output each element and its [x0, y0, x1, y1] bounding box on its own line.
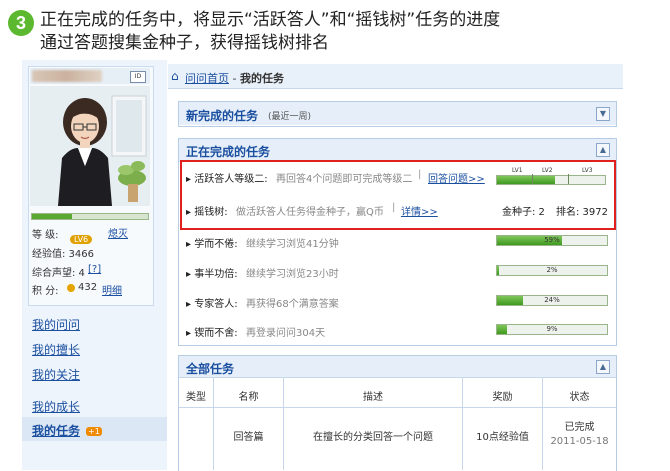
- panel-new-completed-title: 新完成的任务: [186, 109, 259, 123]
- task-desc: 继续学习浏览41分钟: [246, 239, 339, 250]
- table-cell-date: 2011-05-18: [550, 436, 609, 447]
- level-badge: LV6: [70, 227, 93, 246]
- table-cell-reward: 10点经验值: [476, 432, 529, 443]
- highlight-box: [180, 160, 616, 230]
- table-cell-status: 已完成: [564, 422, 595, 433]
- nav-my-growth[interactable]: 我的成长: [32, 398, 80, 415]
- expand-icon[interactable]: ▼: [596, 107, 610, 121]
- table-cell-name: 回答篇: [233, 432, 264, 443]
- avatar[interactable]: [30, 86, 150, 206]
- new-task-badge: +1: [86, 427, 102, 436]
- panel-all-tasks-title: 全部任务: [186, 362, 235, 376]
- reputation-help-link[interactable]: [?]: [88, 264, 101, 275]
- step-number-badge: 3: [8, 10, 34, 36]
- task-progress-text: 2%: [546, 266, 558, 274]
- collapse-icon[interactable]: ▲: [596, 360, 610, 374]
- reputation-value: 综合声望: 4: [32, 268, 85, 279]
- caption-line-1: 正在完成的任务中，将显示“活跃答人”和“摇钱树”任务的进度: [40, 10, 501, 30]
- table-header-type: 类型: [186, 392, 206, 403]
- nav-my-questions[interactable]: 我的问问: [32, 316, 80, 333]
- task-progress-text: 24%: [544, 296, 560, 304]
- nav-my-expertise[interactable]: 我的擅长: [32, 341, 80, 358]
- table-header-name: 名称: [238, 392, 259, 403]
- coin-icon: [67, 284, 75, 292]
- task-progress-bar: 24%: [496, 295, 608, 306]
- breadcrumb: 问问首页 - 我的任务: [185, 70, 284, 86]
- points-value: 432: [78, 282, 98, 293]
- task-name: ▸ 锲而不舍:: [186, 328, 238, 339]
- breadcrumb-current: 我的任务: [239, 72, 284, 85]
- blurred-username: [32, 70, 102, 82]
- task-name: ▸ 事半功倍:: [186, 269, 238, 280]
- level-name-link[interactable]: 熄灭: [108, 225, 128, 240]
- caption-line-2: 通过答题搜集金种子，获得摇钱树排名: [40, 33, 329, 53]
- task-progress-text: 59%: [544, 236, 560, 244]
- panel-in-progress-title: 正在完成的任务: [186, 145, 271, 159]
- home-icon[interactable]: ⌂: [171, 69, 179, 83]
- collapse-icon[interactable]: ▲: [596, 143, 610, 157]
- table-header-desc: 描述: [363, 392, 383, 403]
- task-desc: 再获得68个满意答案: [246, 299, 339, 310]
- table-cell-desc: 在擅长的分类回答一个问题: [313, 432, 433, 443]
- task-desc: 继续学习浏览23小时: [246, 269, 339, 280]
- breadcrumb-home-link[interactable]: 问问首页: [185, 72, 229, 85]
- task-progress-bar: 59%: [496, 235, 608, 246]
- nav-my-tasks[interactable]: 我的任务: [32, 422, 80, 439]
- task-progress-bar: 2%: [496, 265, 608, 276]
- panel-new-completed-subtitle: (最近一周): [268, 112, 312, 122]
- breadcrumb-separator: -: [229, 72, 240, 85]
- task-progress-bar: 9%: [496, 324, 608, 335]
- profile-card-icon[interactable]: ID: [130, 71, 146, 83]
- panel-all-tasks-head: [179, 356, 616, 378]
- task-progress-text: 9%: [546, 325, 558, 333]
- exp-value: 经验值: 3466: [32, 249, 94, 260]
- table-header-reward: 奖励: [492, 392, 513, 403]
- table-header-status: 状态: [569, 392, 590, 403]
- nav-my-follows[interactable]: 我的关注: [32, 366, 80, 383]
- level-label: 等 级:: [32, 230, 59, 241]
- task-desc: 再登录问问304天: [246, 328, 326, 339]
- points-detail-link[interactable]: 明细: [102, 282, 122, 297]
- table-header-divider: [179, 407, 616, 408]
- level-progress-fill: [32, 214, 72, 219]
- points-label: 积 分:: [32, 286, 59, 297]
- task-name: ▸ 专家答人:: [186, 299, 238, 310]
- task-name: ▸ 学而不倦:: [186, 239, 238, 250]
